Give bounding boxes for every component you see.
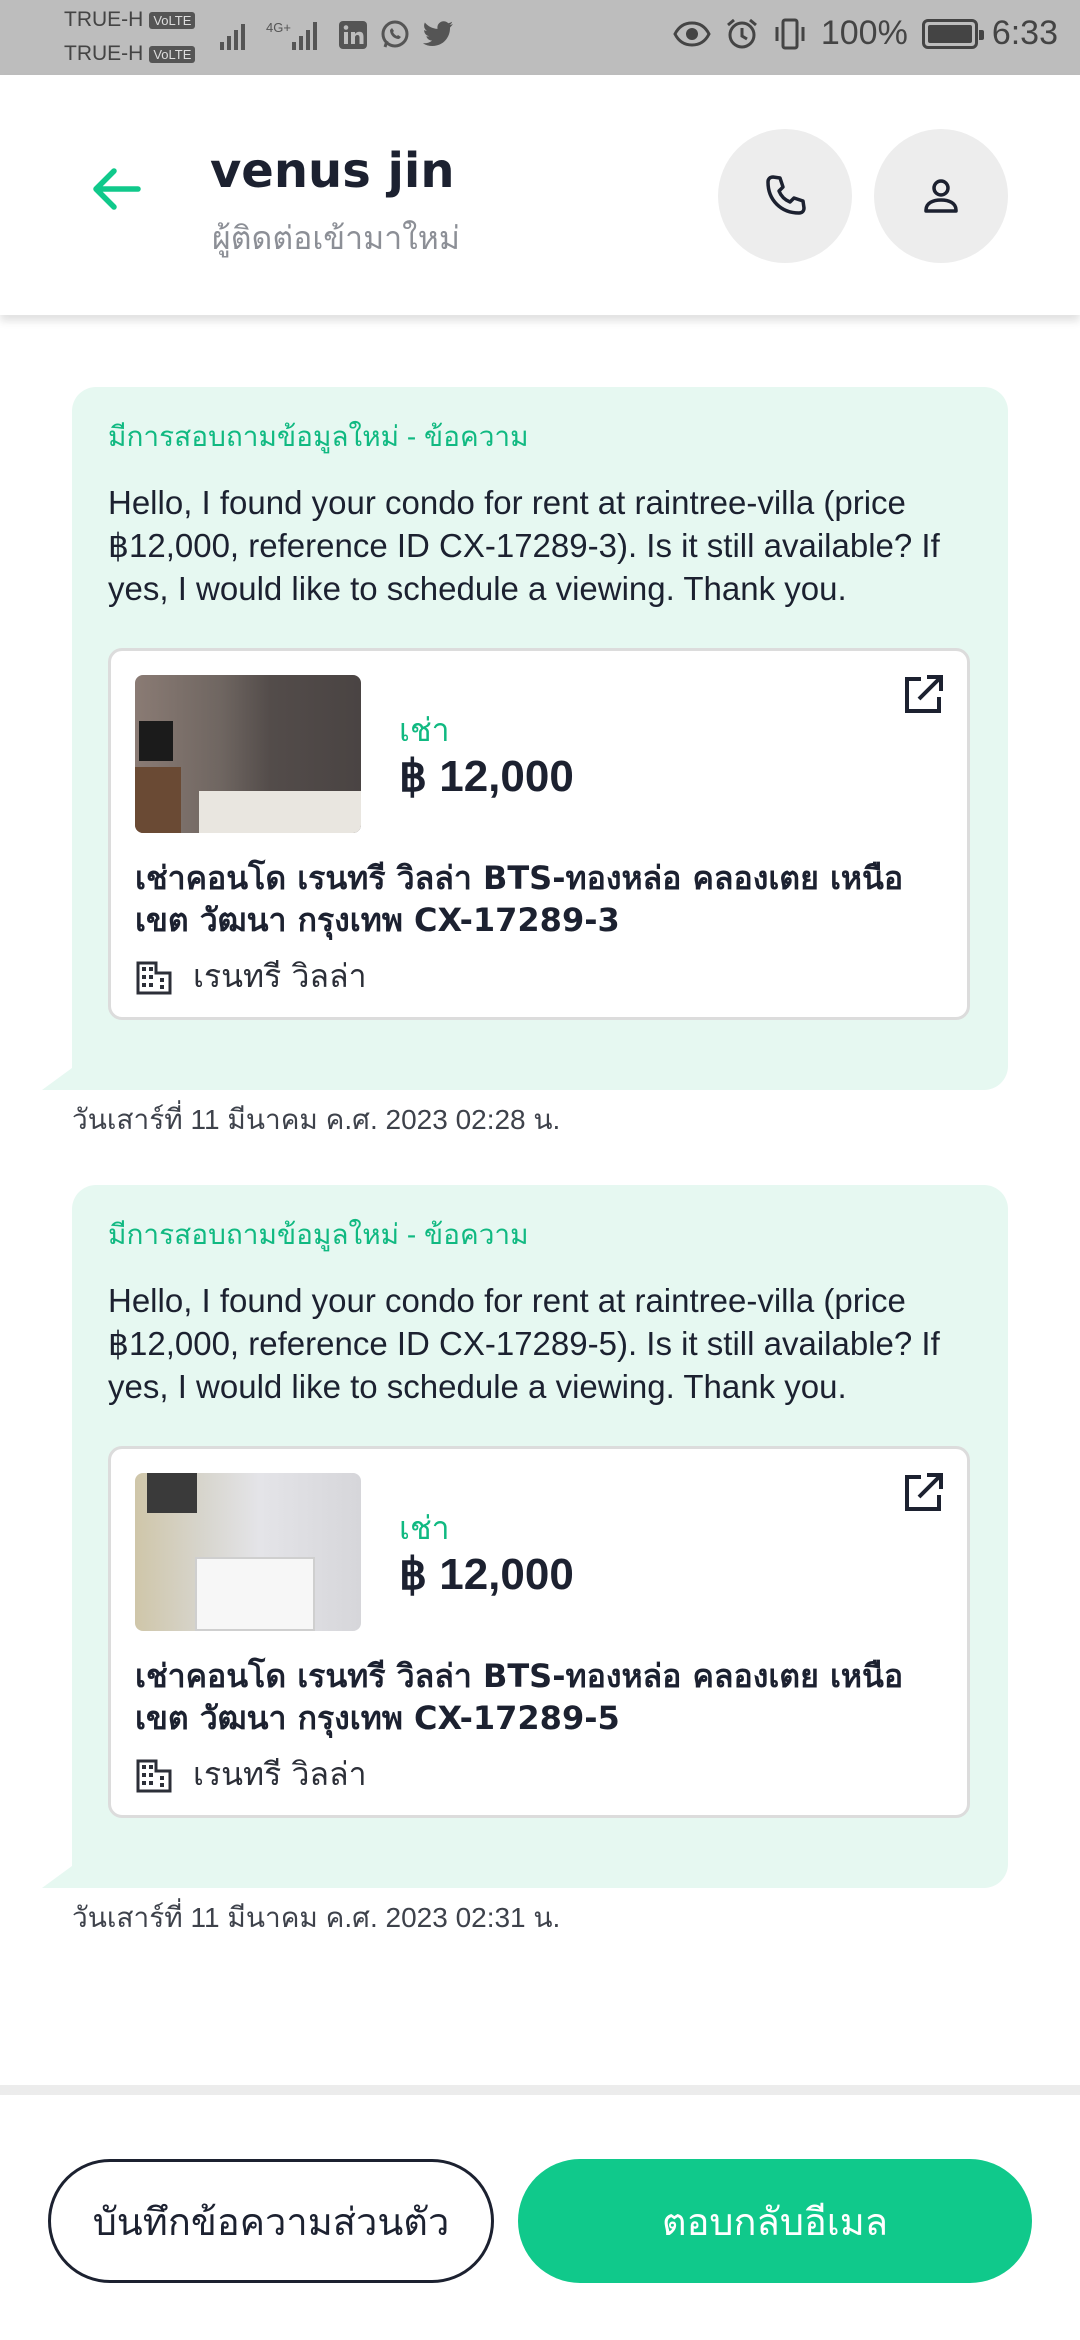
listing-card[interactable]: เช่า ฿ 12,000 เช่าคอนโด เรนทรี วิลล่า BT… — [108, 648, 970, 1020]
person-icon — [924, 179, 958, 213]
notification-icons: 4G+ — [220, 18, 454, 52]
contact-header: venus jin ผู้ติดต่อเข้ามาใหม่ — [0, 75, 1080, 315]
listing-card[interactable]: เช่า ฿ 12,000 เช่าคอนโด เรนทรี วิลล่า BT… — [108, 1446, 970, 1818]
external-link-icon[interactable] — [899, 1469, 947, 1517]
contact-status: ผู้ติดต่อเข้ามาใหม่ — [212, 219, 460, 257]
listing-photo — [135, 1473, 361, 1631]
listing-photo — [135, 675, 361, 833]
building-icon — [136, 1759, 172, 1792]
linkedin-icon — [339, 21, 367, 49]
private-note-button[interactable]: บันทึกข้อความส่วนตัว — [48, 2159, 494, 2283]
inquiry-label: มีการสอบถามข้อมูลใหม่ - ข้อความ — [108, 421, 529, 452]
external-link-icon[interactable] — [899, 671, 947, 719]
listing-type: เช่า — [399, 1509, 450, 1547]
system-status: 100% 6:33 — [673, 14, 1058, 53]
listing-price: ฿ 12,000 — [399, 1550, 574, 1599]
whatsapp-icon — [381, 20, 409, 48]
network-signal-icon: 4G+ — [266, 20, 317, 50]
twitter-icon — [422, 21, 453, 46]
battery-percent: 100% — [820, 14, 908, 52]
listing-title: เช่าคอนโด เรนทรี วิลล่า BTS-ทองหล่อ คลอง… — [135, 859, 904, 939]
message-bubble: มีการสอบถามข้อมูลใหม่ - ข้อความ Hello, I… — [42, 1185, 1008, 1888]
building-name: เรนทรี วิลล่า — [193, 957, 367, 995]
network-type: 4G+ — [266, 20, 291, 35]
message-text: Hello, I found your condo for rent at ra… — [108, 1282, 940, 1405]
contact-name: venus jin — [210, 143, 455, 199]
carrier-2: TRUE-H VoLTE — [64, 42, 196, 66]
vibrate-icon — [775, 18, 805, 49]
signal-icon — [220, 24, 245, 50]
reply-email-button[interactable]: ตอบกลับอีเมล — [518, 2159, 1032, 2283]
listing-type: เช่า — [399, 711, 450, 749]
conversation[interactable]: มีการสอบถามข้อมูลใหม่ - ข้อความ Hello, I… — [0, 315, 1080, 2085]
call-button[interactable] — [718, 129, 852, 263]
alarm-icon — [726, 18, 757, 48]
building-row: เรนทรี วิลล่า — [135, 951, 367, 1002]
clock: 6:33 — [991, 14, 1058, 52]
message-text: Hello, I found your condo for rent at ra… — [108, 484, 940, 607]
building-icon — [136, 961, 172, 994]
carrier-2-name: TRUE-H — [64, 42, 144, 65]
back-button[interactable] — [88, 161, 144, 217]
volte-badge-2: VoLTE — [149, 45, 196, 63]
message-timestamp: วันเสาร์ที่ 11 มีนาคม ค.ศ. 2023 02:31 น. — [72, 1902, 561, 1933]
carrier-1-name: TRUE-H — [64, 8, 144, 31]
message-timestamp: วันเสาร์ที่ 11 มีนาคม ค.ศ. 2023 02:28 น. — [72, 1104, 561, 1135]
battery-icon — [921, 18, 984, 49]
building-name: เรนทรี วิลล่า — [193, 1755, 367, 1793]
listing-price: ฿ 12,000 — [399, 752, 574, 801]
volte-badge-1: VoLTE — [149, 11, 196, 29]
eye-icon — [673, 20, 711, 47]
listing-title: เช่าคอนโด เรนทรี วิลล่า BTS-ทองหล่อ คลอง… — [135, 1657, 904, 1737]
carrier-1: TRUE-H VoLTE — [64, 8, 196, 32]
inquiry-label: มีการสอบถามข้อมูลใหม่ - ข้อความ — [108, 1219, 529, 1250]
message-bubble: มีการสอบถามข้อมูลใหม่ - ข้อความ Hello, I… — [42, 387, 1008, 1090]
app-screen: TRUE-H VoLTE TRUE-H VoLTE 4G+ 100% 6:33 ve… — [0, 0, 1080, 2340]
profile-button[interactable] — [874, 129, 1008, 263]
status-bar: TRUE-H VoLTE TRUE-H VoLTE 4G+ 100% 6:33 — [0, 0, 1080, 75]
building-row: เรนทรี วิลล่า — [135, 1749, 367, 1800]
action-footer: บันทึกข้อความส่วนตัว ตอบกลับอีเมล — [0, 2085, 1080, 2340]
phone-icon — [766, 175, 806, 215]
arrow-left-icon — [93, 168, 141, 210]
